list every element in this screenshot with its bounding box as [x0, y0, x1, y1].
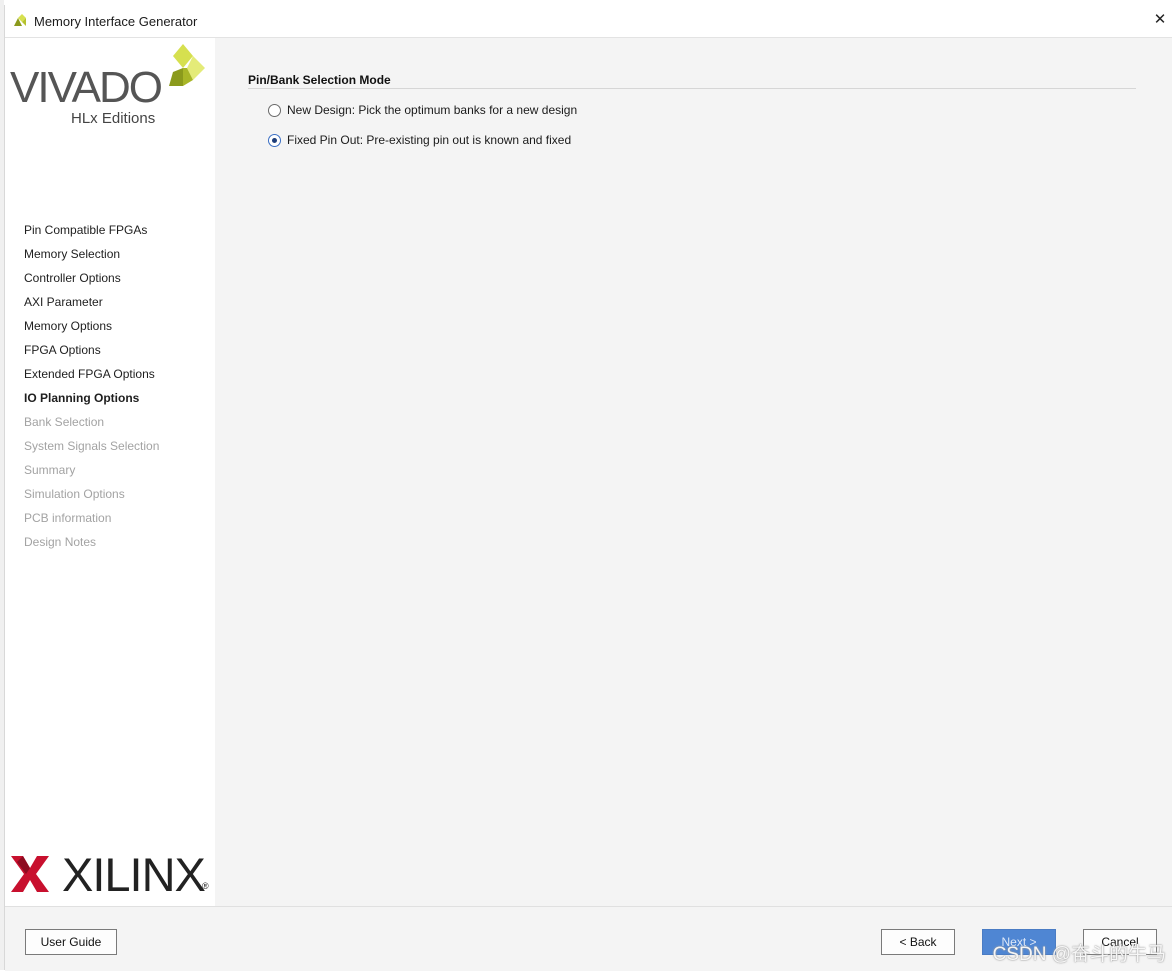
- sidebar-step-item[interactable]: FPGA Options: [24, 338, 159, 362]
- radio-fixed-pin-out[interactable]: Fixed Pin Out: Pre-existing pin out is k…: [268, 130, 571, 150]
- back-button[interactable]: < Back: [881, 929, 955, 955]
- window-title: Memory Interface Generator: [34, 14, 198, 29]
- sidebar-step-item[interactable]: Extended FPGA Options: [24, 362, 159, 386]
- next-label: Next >: [1001, 935, 1037, 949]
- sidebar-step-item[interactable]: Memory Selection: [24, 242, 159, 266]
- section-divider: [248, 88, 1136, 89]
- radio-new-design[interactable]: New Design: Pick the optimum banks for a…: [268, 100, 577, 120]
- vivado-app-icon: [14, 14, 26, 26]
- vivado-logo: VIVADO HLx Editions: [5, 38, 215, 128]
- sidebar-step-item: System Signals Selection: [24, 439, 160, 453]
- next-button[interactable]: Next >: [982, 929, 1056, 955]
- vivado-leaf-icon: [169, 44, 205, 86]
- sidebar-step-item: Summary: [24, 463, 76, 477]
- sidebar-step-item: Bank Selection: [24, 415, 105, 429]
- xilinx-wordmark: XILINX: [62, 848, 206, 901]
- radio-label: Fixed Pin Out: Pre-existing pin out is k…: [287, 133, 572, 147]
- xilinx-x-icon: [11, 856, 49, 892]
- sidebar-step-item[interactable]: Memory Options: [24, 314, 159, 338]
- user-guide-label: User Guide: [40, 935, 102, 949]
- cancel-label: Cancel: [1101, 935, 1139, 949]
- radio-label: New Design: Pick the optimum banks for a…: [287, 103, 578, 117]
- sidebar-step-item[interactable]: IO Planning Options: [24, 386, 159, 410]
- radio-button[interactable]: [268, 133, 281, 147]
- edition-label: HLx Editions: [71, 110, 156, 127]
- sidebar-step-item: Simulation Options: [24, 487, 125, 501]
- vivado-wordmark: VIVADO: [10, 63, 163, 112]
- radio-button[interactable]: [268, 103, 281, 117]
- close-icon[interactable]: ✕: [1149, 9, 1171, 31]
- wizard-steps: Pin Compatible FPGAs Memory Selection Cont…: [24, 218, 159, 554]
- section-title: Pin/Bank Selection Mode: [248, 73, 391, 87]
- dialog-footer: User Guide < Back Next > Cancel: [5, 906, 1172, 971]
- sidebar-step-item[interactable]: Controller Options: [24, 266, 159, 290]
- xilinx-logo: XILINX ®: [5, 843, 215, 903]
- wizard-sidebar: VIVADO HLx Editions Pin Compatible FPGAs…: [5, 38, 215, 906]
- title-bar: Memory Interface Generator ✕: [5, 5, 1172, 38]
- sidebar-step-item: Design Notes: [24, 535, 97, 549]
- sidebar-step-item: PCB information: [24, 511, 112, 525]
- back-label: < Back: [899, 935, 937, 949]
- sidebar-step-item[interactable]: AXI Parameter: [24, 290, 159, 314]
- cancel-button[interactable]: Cancel: [1083, 929, 1157, 955]
- mig-dialog: Memory Interface Generator ✕ VIVADO HLx …: [4, 5, 1172, 971]
- sidebar-step-item[interactable]: Pin Compatible FPGAs: [24, 218, 159, 242]
- registered-mark: ®: [202, 881, 209, 891]
- page-content: Pin/Bank Selection Mode New Design: Pick…: [216, 38, 1172, 906]
- user-guide-button[interactable]: User Guide: [25, 929, 117, 955]
